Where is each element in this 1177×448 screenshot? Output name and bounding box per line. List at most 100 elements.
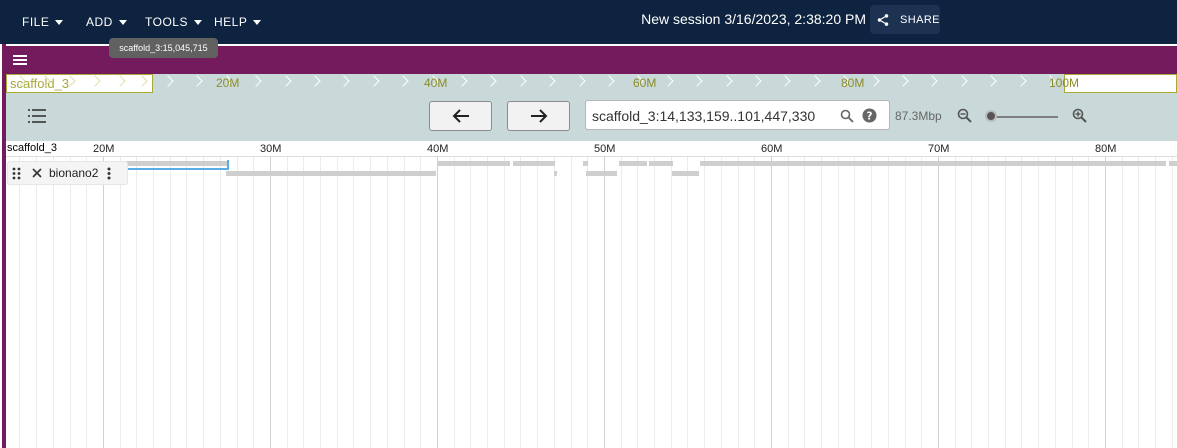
gridline bbox=[821, 157, 822, 448]
feature[interactable] bbox=[649, 161, 673, 166]
overview-visible-region[interactable]: scaffold_3 bbox=[6, 74, 153, 93]
gridline bbox=[1138, 157, 1139, 448]
feature[interactable] bbox=[438, 161, 510, 166]
ruler-tick: 70M bbox=[928, 143, 950, 155]
gridline bbox=[788, 157, 789, 448]
overview-tick: 100M bbox=[1049, 76, 1080, 90]
back-button[interactable] bbox=[429, 101, 492, 131]
location-search-input[interactable]: scaffold_3:14,133,159..101,447,330 ? bbox=[585, 100, 890, 130]
gridline bbox=[153, 157, 154, 448]
direction-chevron-icon bbox=[956, 75, 968, 87]
direction-chevron-icon bbox=[574, 75, 586, 87]
feature[interactable] bbox=[1169, 161, 1177, 166]
ruler-tick: 30M bbox=[260, 143, 282, 155]
overview-tick: 60M bbox=[633, 76, 657, 90]
gridline bbox=[888, 157, 889, 448]
overview-scalebar[interactable]: scaffold_3 20M 40M 60M 80M 100M bbox=[6, 74, 1177, 94]
chevron-down-icon bbox=[55, 19, 64, 25]
direction-chevron-icon bbox=[338, 75, 350, 87]
session-title[interactable]: New session 3/16/2023, 2:38:20 PM bbox=[641, 11, 866, 27]
forward-button[interactable] bbox=[507, 101, 570, 131]
track-label[interactable]: bionano2 bbox=[7, 161, 128, 185]
more-vert-icon[interactable] bbox=[107, 167, 111, 180]
gridline bbox=[604, 157, 605, 448]
track-area[interactable] bbox=[6, 157, 1177, 448]
view-controls: scaffold_3:14,133,159..101,447,330 ? 87.… bbox=[6, 94, 1177, 141]
gridline bbox=[270, 157, 271, 448]
feature[interactable] bbox=[513, 161, 555, 166]
feature[interactable] bbox=[124, 161, 228, 166]
feature[interactable] bbox=[619, 161, 647, 166]
gridline bbox=[687, 157, 688, 448]
share-icon bbox=[877, 13, 889, 26]
help-icon[interactable]: ? bbox=[862, 108, 877, 123]
search-icon[interactable] bbox=[840, 109, 854, 123]
tools-menu-button[interactable]: TOOLS bbox=[145, 12, 202, 32]
selected-feature-edge bbox=[227, 160, 229, 170]
file-menu-button[interactable]: FILE bbox=[22, 12, 64, 32]
arrow-right-icon bbox=[530, 109, 547, 123]
ruler-tick: 60M bbox=[761, 143, 783, 155]
direction-chevron-icon bbox=[897, 75, 909, 87]
tools-menu-label: TOOLS bbox=[145, 15, 188, 29]
gridline bbox=[36, 157, 37, 448]
help-menu-button[interactable]: HELP bbox=[214, 12, 262, 32]
gridline bbox=[1005, 157, 1006, 448]
feature[interactable] bbox=[226, 171, 436, 176]
track-list-icon[interactable] bbox=[28, 108, 46, 124]
chevron-down-icon bbox=[193, 19, 202, 25]
direction-chevron-icon bbox=[250, 75, 262, 87]
direction-chevron-icon bbox=[985, 75, 997, 87]
direction-chevron-icon bbox=[779, 75, 791, 87]
gridline bbox=[704, 157, 705, 448]
gridline bbox=[637, 157, 638, 448]
gridline bbox=[537, 157, 538, 448]
direction-chevron-icon bbox=[397, 75, 409, 87]
gridline bbox=[337, 157, 338, 448]
position-tooltip: scaffold_3:15,045,715 bbox=[109, 38, 218, 58]
direction-chevron-icon bbox=[691, 75, 703, 87]
gridline bbox=[571, 157, 572, 448]
gridline bbox=[1122, 157, 1123, 448]
direction-chevron-icon bbox=[721, 75, 733, 87]
close-icon[interactable] bbox=[32, 168, 42, 178]
direction-chevron-icon bbox=[162, 75, 174, 87]
gridline bbox=[671, 157, 672, 448]
direction-chevron-icon bbox=[280, 75, 292, 87]
share-button[interactable]: SHARE bbox=[870, 5, 940, 34]
gridline bbox=[905, 157, 906, 448]
feature[interactable] bbox=[554, 171, 557, 176]
feature[interactable] bbox=[583, 161, 588, 166]
gridline bbox=[921, 157, 922, 448]
feature[interactable] bbox=[586, 171, 617, 176]
gridline bbox=[871, 157, 872, 448]
zoom-slider-track[interactable] bbox=[991, 116, 1058, 118]
gridline bbox=[19, 157, 20, 448]
ruler-tick: 20M bbox=[93, 143, 115, 155]
gridline bbox=[387, 157, 388, 448]
gridline bbox=[504, 157, 505, 448]
overview-tick: 20M bbox=[216, 76, 240, 90]
gridline bbox=[303, 157, 304, 448]
gridline bbox=[988, 157, 989, 448]
drag-handle-icon[interactable] bbox=[12, 167, 21, 180]
direction-chevron-icon bbox=[368, 75, 380, 87]
gridline bbox=[1105, 157, 1106, 448]
ruler-chrom-label: scaffold_3 bbox=[7, 142, 57, 154]
hamburger-icon[interactable] bbox=[13, 55, 27, 65]
feature[interactable] bbox=[700, 161, 1166, 166]
direction-chevron-icon bbox=[868, 75, 880, 87]
zoom-slider-thumb[interactable] bbox=[985, 110, 997, 122]
overview-tick: 40M bbox=[424, 76, 448, 90]
zoom-out-icon[interactable] bbox=[957, 108, 973, 124]
add-menu-button[interactable]: ADD bbox=[86, 12, 127, 32]
chevron-down-icon bbox=[253, 19, 262, 25]
feature[interactable] bbox=[672, 171, 699, 176]
gridline bbox=[1088, 157, 1089, 448]
zoom-in-icon[interactable] bbox=[1072, 108, 1088, 124]
gridline bbox=[1155, 157, 1156, 448]
help-menu-label: HELP bbox=[214, 15, 248, 29]
direction-chevron-icon bbox=[485, 75, 497, 87]
gridline bbox=[253, 157, 254, 448]
direction-chevron-icon bbox=[309, 75, 321, 87]
